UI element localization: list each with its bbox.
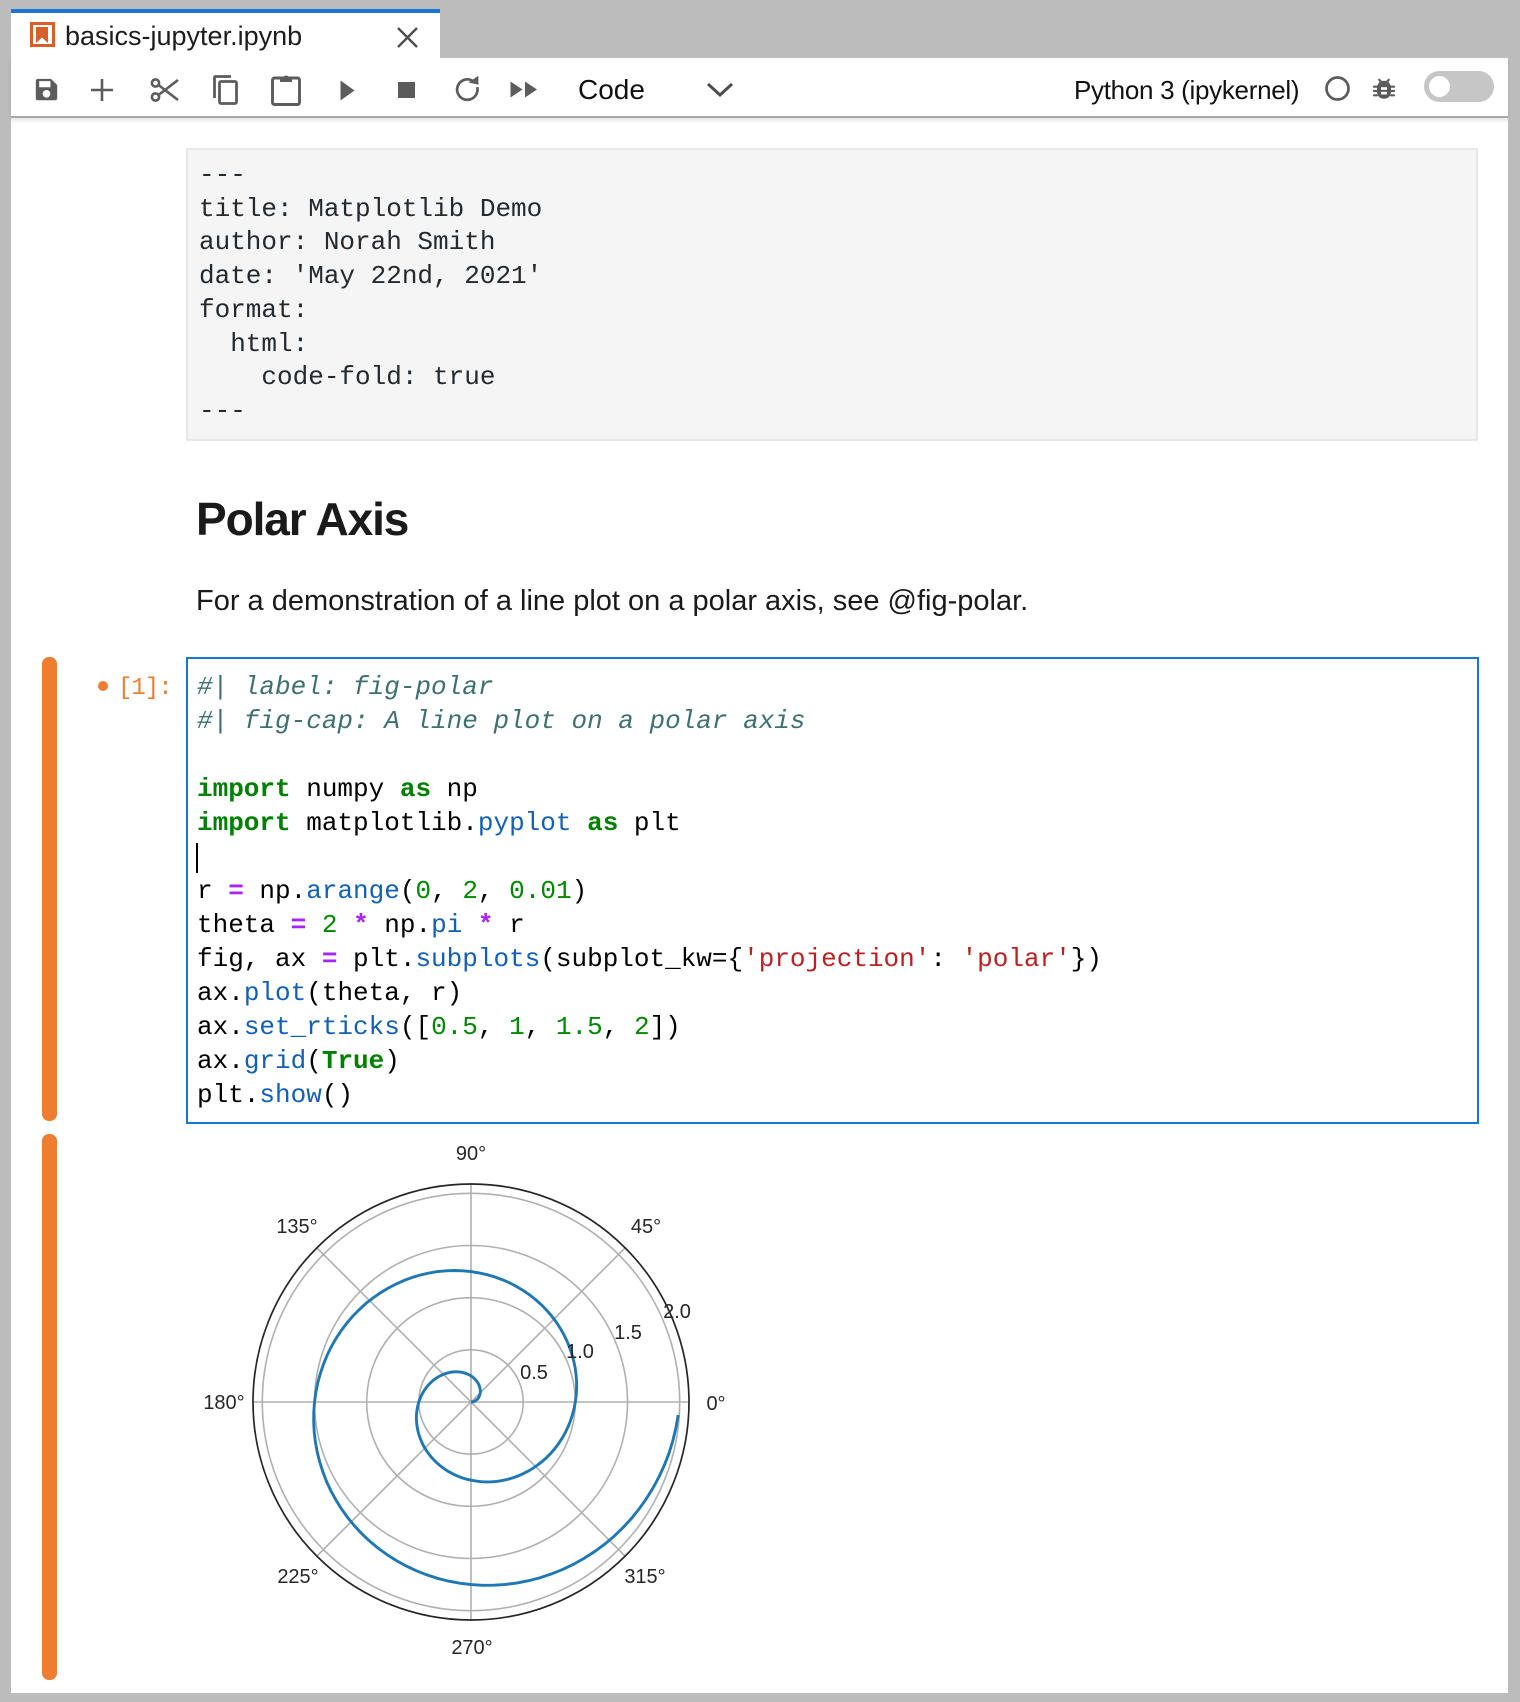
svg-text:180°: 180°	[203, 1392, 244, 1414]
svg-text:2.0: 2.0	[663, 1301, 691, 1323]
svg-text:225°: 225°	[277, 1566, 318, 1588]
svg-text:135°: 135°	[276, 1216, 317, 1238]
svg-text:1.0: 1.0	[566, 1341, 594, 1363]
svg-text:270°: 270°	[451, 1637, 492, 1659]
svg-text:0°: 0°	[706, 1393, 725, 1415]
svg-text:0.5: 0.5	[520, 1362, 548, 1384]
svg-text:315°: 315°	[624, 1566, 665, 1588]
svg-text:90°: 90°	[456, 1143, 486, 1165]
svg-text:1.5: 1.5	[614, 1322, 642, 1344]
svg-text:45°: 45°	[631, 1216, 661, 1238]
